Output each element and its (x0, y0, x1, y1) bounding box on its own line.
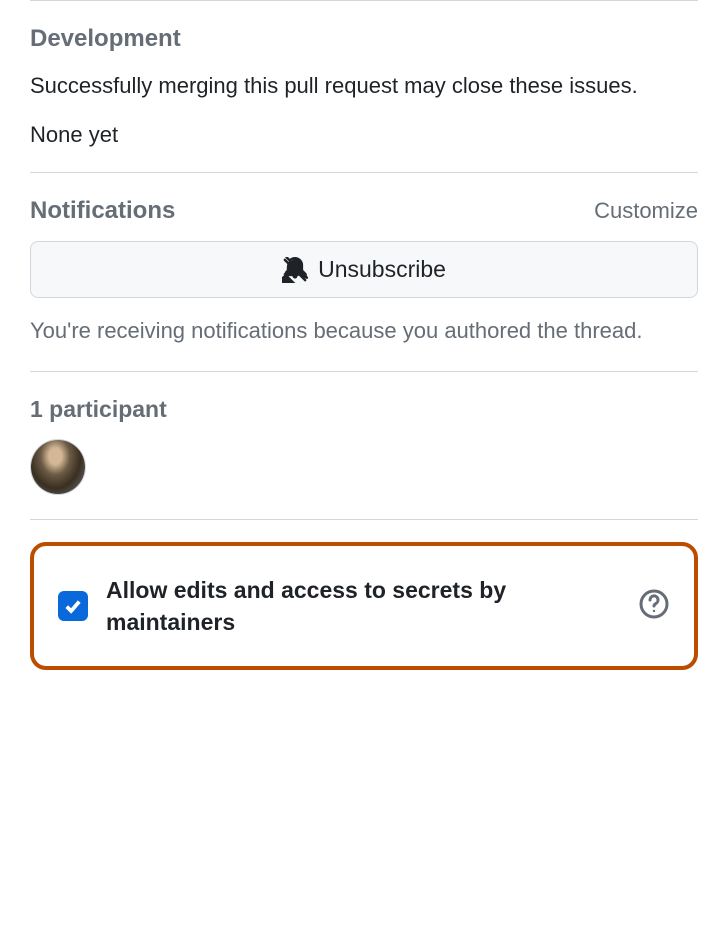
notifications-section: Notifications Customize Unsubscribe You'… (30, 172, 698, 371)
allow-edits-label: Allow edits and access to secrets by mai… (106, 574, 620, 638)
notification-reason: You're receiving notifications because y… (30, 314, 698, 347)
development-title: Development (30, 25, 181, 53)
allow-edits-section: Allow edits and access to secrets by mai… (30, 542, 698, 670)
development-description: Successfully merging this pull request m… (30, 69, 698, 102)
development-value: None yet (30, 122, 698, 148)
allow-edits-checkbox-wrapper (58, 591, 88, 621)
question-circle-icon (638, 588, 670, 620)
development-header: Development (30, 25, 698, 53)
check-icon (63, 596, 83, 616)
unsubscribe-button[interactable]: Unsubscribe (30, 241, 698, 298)
participants-count: 1 participant (30, 396, 698, 423)
help-icon-wrapper[interactable] (638, 588, 670, 625)
notifications-header: Notifications Customize (30, 197, 698, 225)
bell-mute-icon (282, 257, 308, 283)
allow-edits-checkbox[interactable] (58, 591, 88, 621)
allow-edits-divider: Allow edits and access to secrets by mai… (30, 519, 698, 670)
customize-link[interactable]: Customize (594, 198, 698, 224)
avatar[interactable] (30, 439, 86, 495)
notifications-title: Notifications (30, 197, 175, 225)
development-section: Development Successfully merging this pu… (30, 0, 698, 172)
unsubscribe-label: Unsubscribe (318, 256, 446, 283)
participants-section: 1 participant (30, 371, 698, 519)
avatar-image (31, 440, 85, 494)
